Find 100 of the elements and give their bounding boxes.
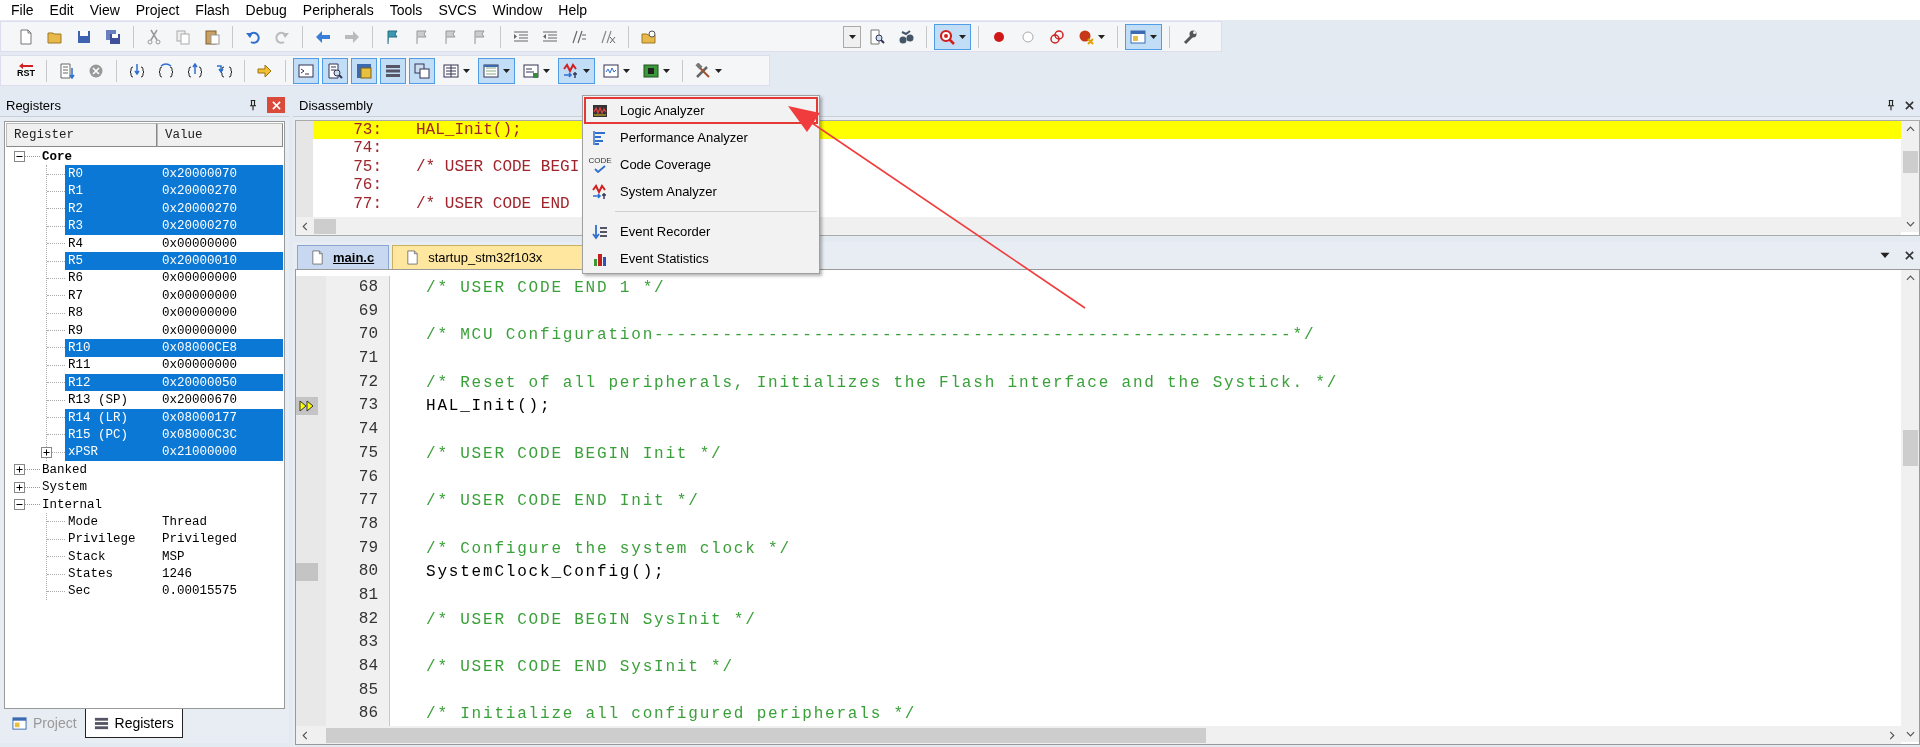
disassembly-icon: [327, 62, 343, 79]
panel-title: Registers: [6, 97, 61, 113]
scroll-down-icon[interactable]: [1905, 731, 1915, 737]
register-row[interactable]: R15 (PC) 0x08000C3C: [65, 426, 283, 444]
register-row[interactable]: R9 0x00000000: [65, 321, 283, 340]
register-value: 0x20000050: [162, 375, 237, 390]
document-lines-icon: [59, 62, 75, 79]
tree-group-label[interactable]: Internal: [40, 497, 102, 512]
step-over-icon: [158, 62, 174, 79]
line-number: 85: [358, 680, 378, 699]
register-value: 0x00000000: [162, 306, 237, 321]
register-row[interactable]: R0 0x20000070: [65, 165, 283, 183]
menu-item[interactable]: Window: [484, 2, 551, 18]
register-row[interactable]: R4 0x00000000: [65, 234, 283, 253]
register-row[interactable]: R8 0x00000000: [65, 304, 283, 322]
scroll-left-icon[interactable]: [302, 221, 308, 231]
register-row[interactable]: Privilege Privileged: [65, 530, 283, 548]
line-number: 80: [358, 562, 378, 581]
menu-item[interactable]: CODE Code Coverage: [584, 151, 818, 178]
page-icon: [18, 28, 34, 45]
menu-item[interactable]: Performance Analyzer: [584, 124, 818, 151]
menu-item[interactable]: System Analyzer: [584, 178, 818, 205]
scroll-up-icon[interactable]: [1905, 275, 1915, 281]
tree-group-label[interactable]: Core: [40, 149, 72, 164]
menu-item[interactable]: Edit: [41, 2, 82, 18]
code-comment: /* USER CODE END Init */: [426, 492, 700, 511]
reset-button[interactable]: RST: [13, 57, 39, 84]
register-name: xPSR: [68, 445, 99, 460]
line-number: 71: [358, 349, 378, 368]
collapse-icon[interactable]: [14, 151, 25, 163]
register-row[interactable]: Stack MSP: [65, 548, 283, 566]
register-row[interactable]: R14 (LR) 0x08000177: [65, 408, 283, 427]
line-number: 83: [358, 633, 378, 652]
register-name: R11: [68, 358, 92, 373]
trace-window-icon: [603, 62, 619, 79]
scroll-up-icon[interactable]: [1905, 126, 1915, 132]
menu-item[interactable]: Peripherals: [294, 2, 382, 18]
flag-icon: [443, 28, 459, 45]
pin-icon: [247, 99, 259, 111]
file-tab[interactable]: main.c: [297, 245, 390, 269]
register-name: R15 (PC): [68, 427, 129, 442]
register-row[interactable]: R7 0x00000000: [65, 287, 283, 305]
menu-item[interactable]: Tools: [381, 2, 431, 18]
menu-item[interactable]: Debug: [237, 2, 295, 18]
expand-icon[interactable]: [14, 481, 25, 493]
menu-item[interactable]: File: [3, 2, 42, 18]
register-row[interactable]: R5 0x20000010: [65, 252, 283, 270]
column-header[interactable]: Value: [157, 123, 283, 147]
scroll-left-icon[interactable]: [302, 730, 308, 740]
pin-icon: [1885, 99, 1897, 111]
close-button[interactable]: [1905, 100, 1914, 110]
toolbar-button[interactable]: [380, 57, 406, 84]
disassembly-line: 73: HAL_Init();: [352, 121, 522, 140]
register-row[interactable]: Sec 0.00015575: [65, 582, 283, 601]
register-name: R13 (SP): [68, 393, 129, 408]
scrollbar-thumb[interactable]: [1902, 430, 1918, 466]
floppies-icon: [105, 28, 121, 45]
toolbar-button[interactable]: [322, 57, 348, 84]
dropdown-button[interactable]: [843, 25, 861, 48]
menu-item[interactable]: Help: [550, 2, 596, 18]
expand-icon[interactable]: [14, 464, 25, 476]
waveform-icon: [563, 62, 579, 79]
menu-item[interactable]: SVCS: [430, 2, 485, 18]
register-name: Sec: [68, 584, 92, 599]
expand-icon[interactable]: [41, 446, 52, 458]
circle-icon: [1020, 28, 1036, 45]
disassembly-line: 77: /* USER CODE END: [352, 194, 570, 213]
panel-tab[interactable]: Registers: [84, 709, 183, 738]
scroll-down-icon[interactable]: [1905, 221, 1915, 227]
menu-item[interactable]: Flash: [187, 2, 238, 18]
register-name: States: [68, 567, 114, 582]
collapse-icon[interactable]: [14, 499, 25, 510]
register-row[interactable]: R2 0x20000270: [65, 200, 283, 218]
scrollbar-thumb[interactable]: [326, 727, 1206, 743]
menu-item[interactable]: Logic Analyzer: [584, 97, 818, 124]
tree-group-label[interactable]: Banked: [40, 462, 87, 477]
menu-item[interactable]: View: [81, 2, 128, 18]
scrollbar-thumb[interactable]: [1902, 151, 1918, 173]
step-in-icon: [129, 62, 145, 79]
comment-icon: [571, 28, 587, 45]
menu-item[interactable]: Project: [127, 2, 188, 18]
register-row[interactable]: R10 0x08000CE8: [65, 339, 283, 357]
register-row[interactable]: States 1246: [65, 565, 283, 583]
tools-icon: [695, 62, 711, 79]
register-row[interactable]: R12 0x20000050: [65, 374, 283, 392]
breakpoint-cross-icon: [1078, 28, 1094, 45]
register-value: 0x20000270: [162, 201, 237, 216]
column-header[interactable]: Register: [6, 123, 157, 147]
register-row[interactable]: R6 0x00000000: [65, 269, 283, 288]
scroll-right-icon[interactable]: [1889, 730, 1895, 740]
tree-group-label[interactable]: System: [40, 480, 87, 495]
register-row[interactable]: R11 0x00000000: [65, 356, 283, 375]
menu-item[interactable]: Event Recorder: [584, 218, 818, 245]
scrollbar-thumb[interactable]: [314, 218, 336, 234]
register-value: Thread: [162, 514, 207, 529]
register-value: 0x20000010: [162, 254, 237, 269]
flag-icon: [414, 28, 430, 45]
register-row[interactable]: R13 (SP) 0x20000670: [65, 391, 283, 409]
register-row[interactable]: Mode Thread: [65, 513, 283, 531]
register-value: 0x00000000: [162, 236, 237, 251]
